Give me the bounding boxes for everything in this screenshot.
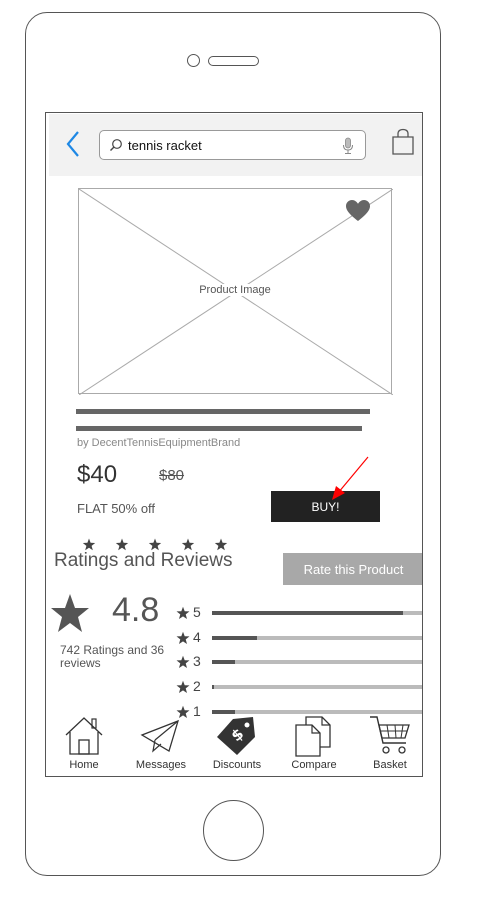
- nav-home[interactable]: Home: [49, 713, 119, 776]
- average-rating: 4.8: [112, 591, 160, 629]
- nav-basket-label: Basket: [373, 759, 407, 771]
- star-icon: [176, 606, 190, 619]
- home-icon: [65, 717, 103, 755]
- rating-bar-track: [212, 685, 422, 689]
- star-icon: [176, 680, 190, 693]
- nav-messages-label: Messages: [135, 759, 187, 771]
- rating-bar-track: [212, 660, 422, 664]
- nav-messages[interactable]: Messages: [126, 713, 196, 776]
- speaker-grille: [208, 56, 259, 66]
- back-arrow-icon[interactable]: [63, 129, 83, 159]
- cart-icon: [370, 716, 410, 754]
- price-tag-icon: $: [217, 717, 255, 755]
- rating-row: 2: [176, 677, 422, 697]
- discount-label: FLAT 50% off: [77, 501, 156, 516]
- rating-row: 3: [176, 652, 422, 672]
- nav-compare-label: Compare: [291, 759, 337, 771]
- rating-star-icon: [115, 538, 129, 551]
- rating-row-stars: 4: [193, 629, 201, 645]
- bottom-nav: Home Messages $ Discounts Compare Basket: [46, 713, 422, 776]
- rating-bar-track: [212, 636, 422, 640]
- paper-plane-icon: [140, 719, 180, 753]
- original-price: $80: [159, 467, 185, 484]
- product-image[interactable]: Product Image: [78, 188, 393, 395]
- brand-name[interactable]: by DecentTennisEquipmentBrand: [77, 437, 240, 449]
- rating-star-icon: [82, 538, 96, 551]
- buy-button[interactable]: BUY!: [271, 491, 380, 522]
- ratings-count: 742 Ratings and 36 reviews: [60, 643, 165, 670]
- rating-bar-fill: [212, 611, 403, 615]
- product-image-label: Product Image: [198, 284, 272, 296]
- title-placeholder-line: [76, 409, 370, 414]
- camera-icon: [187, 54, 200, 67]
- nav-basket[interactable]: Basket: [355, 713, 422, 776]
- heart-icon[interactable]: [345, 199, 371, 223]
- home-button[interactable]: [203, 800, 264, 861]
- star-icon: [176, 655, 190, 668]
- rating-bar-track: [212, 611, 422, 615]
- rating-star-icon: [148, 538, 162, 551]
- star-icon: [176, 631, 190, 644]
- microphone-icon[interactable]: [341, 137, 355, 155]
- nav-discounts-label: Discounts: [212, 759, 262, 771]
- price: $40: [77, 461, 118, 488]
- star-icon: [51, 594, 89, 632]
- nav-compare[interactable]: Compare: [279, 713, 349, 776]
- app-screen: tennis racket Product Image by DecentTen…: [45, 112, 423, 777]
- nav-discounts[interactable]: $ Discounts: [202, 713, 272, 776]
- top-bar: tennis racket: [49, 114, 422, 176]
- search-bar[interactable]: tennis racket: [99, 130, 366, 160]
- rating-bar-fill: [212, 685, 215, 689]
- search-input[interactable]: tennis racket: [128, 138, 202, 153]
- rating-row: 5: [176, 603, 422, 623]
- title-placeholder-line: [76, 426, 362, 431]
- rating-star-icon: [181, 538, 195, 551]
- rating-row-stars: 2: [193, 678, 201, 694]
- nav-home-label: Home: [69, 759, 99, 771]
- ratings-title: Ratings and Reviews: [54, 550, 233, 571]
- search-icon: [110, 139, 122, 151]
- rating-row-stars: 5: [193, 604, 201, 620]
- rating-bar-fill: [212, 636, 257, 640]
- rate-product-button[interactable]: Rate this Product: [283, 553, 422, 585]
- rating-bar-fill: [212, 660, 236, 664]
- documents-icon: [295, 716, 331, 757]
- shopping-bag-icon[interactable]: [391, 128, 415, 156]
- rating-star-icon: [214, 538, 228, 551]
- rating-row-stars: 3: [193, 653, 201, 669]
- rating-row: 4: [176, 628, 422, 648]
